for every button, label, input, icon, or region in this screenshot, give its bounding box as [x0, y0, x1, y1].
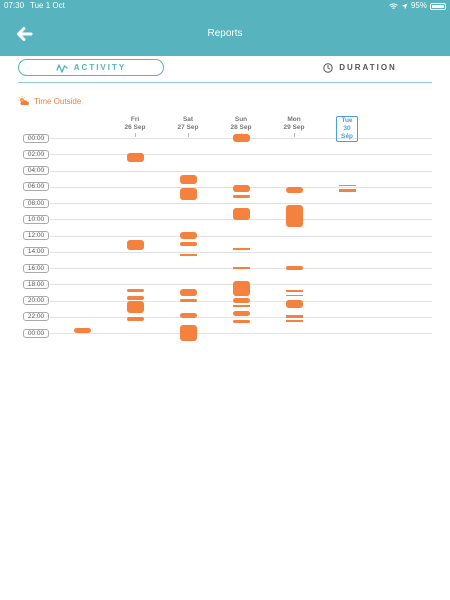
back-button[interactable]	[12, 22, 38, 46]
activity-session-block[interactable]	[285, 205, 303, 228]
activity-session-block[interactable]	[285, 265, 303, 270]
activity-session-block[interactable]	[338, 185, 356, 187]
activity-session-block[interactable]	[179, 188, 197, 200]
report-tabs: ACTIVITY DURATION	[0, 56, 450, 86]
status-date: Tue 1 Oct	[30, 1, 65, 10]
hour-label: 04:00	[23, 166, 49, 175]
activity-session-block[interactable]	[232, 320, 250, 324]
day-date: 26 Sep	[124, 124, 146, 131]
hour-label: 22:00	[23, 312, 49, 322]
activity-session-block[interactable]	[232, 194, 250, 199]
location-icon	[401, 3, 408, 9]
day-tick	[135, 133, 136, 137]
activity-session-block[interactable]	[179, 174, 197, 184]
activity-session-block[interactable]	[285, 299, 303, 308]
hour-label: 00:00	[23, 328, 49, 338]
status-time: 07:30	[4, 1, 25, 10]
activity-session-block[interactable]	[338, 189, 356, 192]
hour-label: 14:00	[23, 247, 49, 257]
hour-label: 02:00	[23, 149, 49, 159]
activity-session-block[interactable]	[73, 328, 91, 333]
day-tick	[188, 133, 189, 137]
activity-session-block[interactable]	[232, 185, 250, 193]
activity-session-block[interactable]	[126, 239, 144, 251]
day-tick	[347, 133, 348, 137]
activity-session-block[interactable]	[232, 133, 250, 143]
day-header[interactable]: Sun 28 Sep	[221, 116, 261, 132]
tab-duration[interactable]: DURATION	[320, 59, 400, 76]
activity-session-block[interactable]	[232, 281, 250, 297]
page-title: Reports	[207, 28, 243, 39]
hour-label: 08:00	[23, 198, 49, 208]
day-name: Fri	[130, 116, 140, 123]
grid-line	[50, 170, 432, 172]
activity-session-block[interactable]	[126, 152, 144, 162]
grid-line	[50, 316, 432, 318]
hour-label: 12:00	[23, 231, 49, 240]
grid-line	[50, 251, 432, 253]
day-header[interactable]: Fri 26 Sep	[115, 116, 155, 132]
hour-label: 18:00	[23, 279, 49, 289]
activity-session-block[interactable]	[232, 298, 250, 303]
activity-session-block[interactable]	[179, 298, 197, 303]
activity-session-block[interactable]	[179, 232, 197, 239]
clock-icon	[323, 62, 333, 73]
hour-label: 00:00	[23, 133, 49, 143]
hour-label: 20:00	[23, 296, 49, 305]
activity-session-block[interactable]	[285, 315, 303, 318]
activity-session-block[interactable]	[232, 311, 250, 316]
battery-icon	[430, 2, 446, 10]
activity-session-block[interactable]	[232, 304, 250, 307]
grid-line	[50, 333, 432, 334]
sun-cloud-icon	[18, 96, 29, 105]
status-right: 95%	[389, 0, 446, 12]
activity-session-block[interactable]	[232, 247, 250, 251]
activity-session-block[interactable]	[126, 301, 144, 313]
tab-duration-label: DURATION	[339, 63, 397, 72]
arrow-left-icon	[17, 27, 33, 41]
activity-session-block[interactable]	[179, 312, 197, 319]
activity-session-block[interactable]	[285, 186, 303, 194]
day-header[interactable]: Tue30 Sep	[336, 116, 358, 142]
activity-session-block[interactable]	[179, 289, 197, 297]
wifi-icon	[389, 2, 398, 9]
grid-line	[50, 203, 432, 204]
day-name: Mon	[287, 116, 301, 123]
hour-label: 10:00	[23, 214, 49, 224]
activity-session-block[interactable]	[179, 254, 197, 256]
day-name: Sat	[182, 116, 194, 123]
activity-session-block[interactable]	[126, 316, 144, 321]
activity-session-block[interactable]	[285, 289, 303, 292]
status-bar: 07:30 Tue 1 Oct 95%	[0, 0, 450, 12]
activity-session-block[interactable]	[232, 267, 250, 269]
day-tick	[294, 133, 295, 137]
day-date: 27 Sep	[177, 124, 199, 131]
day-date: 29 Sep	[283, 124, 305, 131]
grid-line	[50, 154, 432, 156]
activity-session-block[interactable]	[232, 207, 250, 221]
activity-session-block[interactable]	[179, 324, 197, 342]
activity-session-block[interactable]	[126, 295, 144, 300]
section-title: Time Outside	[34, 96, 82, 106]
grid-line	[50, 235, 432, 237]
activity-session-block[interactable]	[285, 294, 303, 297]
hour-label: 06:00	[23, 182, 49, 192]
tabs-divider	[18, 82, 432, 83]
activity-icon	[56, 63, 68, 73]
section-header: Time Outside	[18, 96, 81, 106]
day-name: Sun	[234, 116, 248, 123]
tab-activity[interactable]: ACTIVITY	[18, 59, 164, 76]
activity-session-block[interactable]	[126, 289, 144, 293]
header: Reports	[0, 12, 450, 56]
day-date: 28 Sep	[230, 124, 252, 131]
hour-label: 16:00	[23, 263, 49, 273]
day-header[interactable]: Mon 29 Sep	[274, 116, 314, 132]
battery-percent: 95%	[410, 1, 427, 10]
activity-session-block[interactable]	[179, 242, 197, 247]
tab-activity-label: ACTIVITY	[73, 63, 127, 72]
day-name: Tue	[341, 117, 353, 124]
activity-session-block[interactable]	[285, 320, 303, 323]
day-header[interactable]: Sat 27 Sep	[168, 116, 208, 132]
